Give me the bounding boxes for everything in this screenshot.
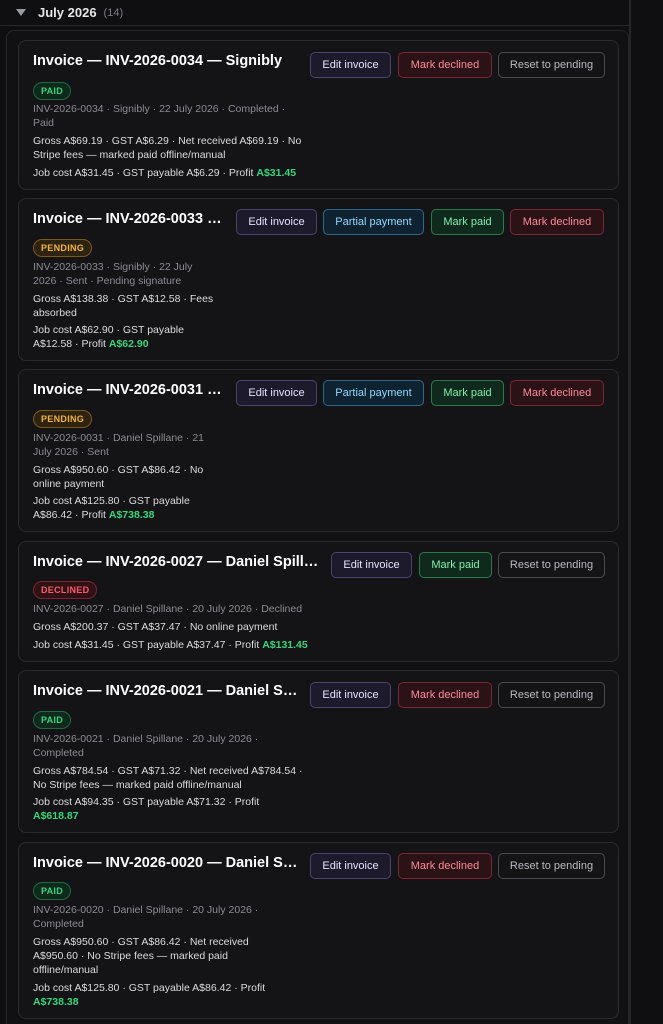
mark-declined-button[interactable]: Mark declined: [398, 853, 492, 879]
invoice-gross-line: Gross A$69.19 · GST A$6.29 · Net receive…: [33, 135, 302, 161]
mark-paid-button[interactable]: Mark paid: [431, 380, 504, 406]
invoice-cost-line: Job cost A$62.90 · GST payable A$12.58 ·…: [33, 323, 218, 351]
reset-to-pending-button[interactable]: Reset to pending: [498, 52, 605, 78]
status-badge: DECLINED: [33, 581, 98, 599]
collapse-triangle-icon[interactable]: [16, 9, 26, 16]
mark-declined-button[interactable]: Mark declined: [510, 209, 604, 235]
invoice-title: Invoice — INV-2026-0034 — Signibly: [33, 53, 283, 69]
edit-invoice-button[interactable]: Edit invoice: [310, 682, 391, 708]
invoice-title: Invoice — INV-2026-0020 — Daniel Spillan…: [33, 855, 303, 871]
profit-value: A$31.45: [256, 167, 297, 179]
invoice-meta: INV-2026-0020 · Daniel Spillane · 20 Jul…: [33, 904, 259, 930]
month-group-count: (14): [103, 6, 124, 19]
edit-invoice-button[interactable]: Edit invoice: [310, 853, 391, 879]
invoice-card: Invoice — INV-2026-0020 — Daniel Spillan…: [18, 842, 619, 1019]
invoice-title: Invoice — INV-2026-0021 — Daniel Spillan…: [33, 683, 303, 699]
invoice-title: Invoice — INV-2026-0027 — Daniel Spillan…: [33, 554, 323, 570]
invoice-gross-line: Gross A$784.54 · GST A$71.32 · Net recei…: [33, 765, 303, 791]
invoice-gross-line: Gross A$200.37 · GST A$37.47 · No online…: [33, 621, 278, 633]
cost-text: Job cost A$125.80 · GST payable A$86.42 …: [33, 982, 266, 994]
right-rail: [629, 0, 631, 1024]
cost-text: Job cost A$94.35 · GST payable A$71.32 ·…: [33, 796, 260, 808]
profit-value: A$738.38: [108, 509, 155, 521]
mark-paid-button[interactable]: Mark paid: [419, 552, 492, 578]
profit-value: A$62.90: [108, 338, 149, 350]
mark-declined-button[interactable]: Mark declined: [510, 380, 604, 406]
invoice-gross-line: Gross A$950.60 · GST A$86.42 · No online…: [33, 464, 204, 490]
mark-paid-button[interactable]: Mark paid: [431, 209, 504, 235]
profit-value: A$131.45: [262, 639, 308, 651]
invoice-title: Invoice — INV-2026-0031 — Daniel Spillan…: [33, 382, 228, 398]
invoice-meta: INV-2026-0027 · Daniel Spillane · 20 Jul…: [33, 603, 303, 615]
reset-to-pending-button[interactable]: Reset to pending: [498, 682, 605, 708]
invoice-title: Invoice — INV-2026-0033 — Signibly: [33, 211, 228, 227]
profit-value: A$738.38: [33, 996, 79, 1008]
invoice-meta: INV-2026-0031 · Daniel Spillane · 21 Jul…: [33, 432, 205, 458]
invoice-cost-line: Job cost A$31.45 · GST payable A$37.47 ·…: [33, 638, 353, 652]
invoice-card: Invoice — INV-2026-0033 — Signibly Edit …: [18, 198, 619, 361]
reset-to-pending-button[interactable]: Reset to pending: [498, 853, 605, 879]
profit-value: A$618.87: [33, 810, 79, 822]
status-badge: PAID: [33, 711, 72, 729]
mark-declined-button[interactable]: Mark declined: [398, 682, 492, 708]
status-badge: PENDING: [33, 239, 93, 257]
invoice-meta: INV-2026-0033 · Signibly · 22 July 2026 …: [33, 261, 193, 287]
invoice-cost-line: Job cost A$125.80 · GST payable A$86.42 …: [33, 981, 278, 1009]
cost-text: Job cost A$31.45 · GST payable A$37.47 ·…: [33, 639, 263, 651]
month-group-header[interactable]: July 2026 (14): [0, 0, 629, 26]
status-badge: PAID: [33, 882, 72, 900]
reset-to-pending-button[interactable]: Reset to pending: [498, 552, 605, 578]
status-badge: PENDING: [33, 410, 93, 428]
invoice-gross-line: Gross A$138.38 · GST A$12.58 · Fees abso…: [33, 293, 214, 319]
partial-payment-button[interactable]: Partial payment: [323, 380, 424, 406]
invoice-meta: INV-2026-0021 · Daniel Spillane · 20 Jul…: [33, 733, 259, 759]
invoice-gross-line: Gross A$950.60 · GST A$86.42 · Net recei…: [33, 936, 249, 976]
invoice-card: Invoice — INV-2026-0021 — Daniel Spillan…: [18, 670, 619, 833]
status-badge: PAID: [33, 82, 72, 100]
invoice-meta: INV-2026-0034 · Signibly · 22 July 2026 …: [33, 103, 286, 129]
invoice-cost-line: Job cost A$125.80 · GST payable A$86.42 …: [33, 494, 218, 522]
partial-payment-button[interactable]: Partial payment: [323, 209, 424, 235]
cost-text: Job cost A$31.45 · GST payable A$6.29 · …: [33, 167, 257, 179]
invoice-card: Invoice — INV-2026-0027 — Daniel Spillan…: [18, 541, 619, 662]
edit-invoice-button[interactable]: Edit invoice: [331, 552, 412, 578]
invoice-card: Invoice — INV-2026-0034 — Signibly Edit …: [18, 40, 619, 190]
edit-invoice-button[interactable]: Edit invoice: [236, 380, 317, 406]
mark-declined-button[interactable]: Mark declined: [398, 52, 492, 78]
month-group-title: July 2026: [38, 5, 97, 20]
edit-invoice-button[interactable]: Edit invoice: [236, 209, 317, 235]
invoice-cost-line: Job cost A$94.35 · GST payable A$71.32 ·…: [33, 795, 278, 823]
invoice-card: Invoice — INV-2026-0031 — Daniel Spillan…: [18, 369, 619, 532]
edit-invoice-button[interactable]: Edit invoice: [310, 52, 391, 78]
invoice-cost-line: Job cost A$31.45 · GST payable A$6.29 · …: [33, 166, 323, 180]
